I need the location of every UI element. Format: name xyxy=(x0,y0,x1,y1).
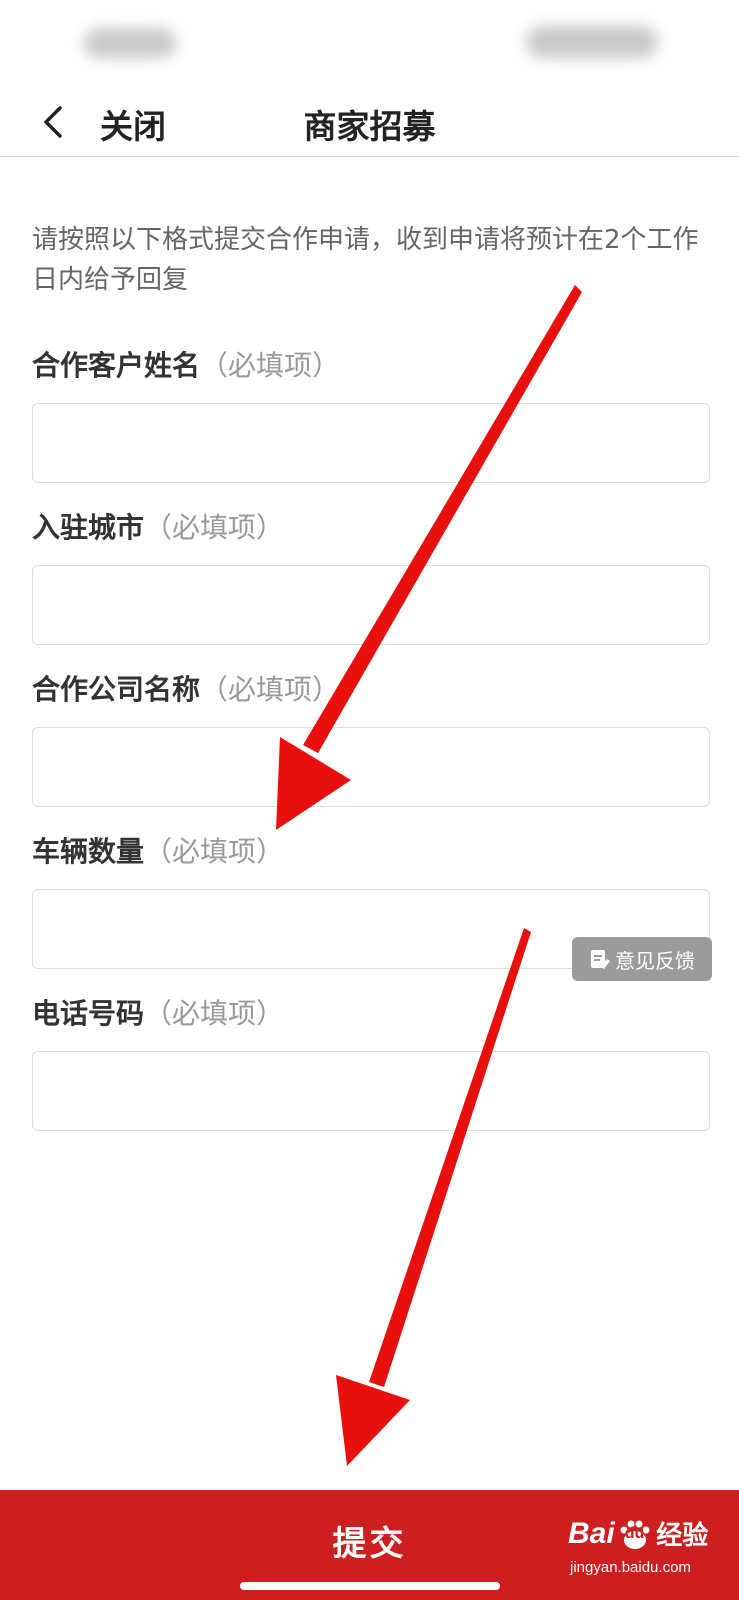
feedback-button[interactable]: 意见反馈 xyxy=(572,937,712,981)
feedback-label: 意见反馈 xyxy=(615,948,695,973)
watermark-url: jingyan.baidu.com xyxy=(570,1559,691,1576)
required-hint: （必填项） xyxy=(200,673,341,706)
nav-bar: 关闭 商家招募 xyxy=(0,90,739,157)
field-label-customer-name: 合作客户姓名（必填项） xyxy=(32,349,341,382)
intro-text: 请按照以下格式提交合作申请，收到申请将预计在2个工作日内给予回复 xyxy=(32,225,699,295)
baidu-watermark: Bai du 经验 xyxy=(568,1515,708,1552)
watermark-suffix: 经验 xyxy=(656,1521,709,1551)
company-name-input[interactable] xyxy=(32,727,710,807)
field-label-phone: 电话号码（必填项） xyxy=(32,997,285,1030)
edit-note-icon xyxy=(591,950,610,969)
city-input[interactable] xyxy=(32,565,710,645)
watermark-brand: Bai xyxy=(568,1516,615,1550)
field-label-vehicle-count: 车辆数量（必填项） xyxy=(32,835,285,868)
submit-label: 提交 xyxy=(332,1523,407,1564)
required-hint: （必填项） xyxy=(144,997,285,1030)
page-title: 商家招募 xyxy=(303,107,436,146)
annotation-arrow-2 xyxy=(336,928,531,1466)
customer-name-input[interactable] xyxy=(32,403,710,483)
status-icons-blurred xyxy=(526,26,658,58)
field-label-company-name: 合作公司名称（必填项） xyxy=(32,673,341,706)
home-indicator xyxy=(240,1582,500,1590)
status-bar xyxy=(0,0,739,90)
field-label-city: 入驻城市（必填项） xyxy=(32,511,285,544)
required-hint: （必填项） xyxy=(144,835,285,868)
watermark-brand-du: du xyxy=(624,1524,645,1542)
required-hint: （必填项） xyxy=(144,511,285,544)
phone-input[interactable] xyxy=(32,1051,710,1131)
status-time-blurred xyxy=(84,28,176,58)
required-hint: （必填项） xyxy=(200,349,341,382)
